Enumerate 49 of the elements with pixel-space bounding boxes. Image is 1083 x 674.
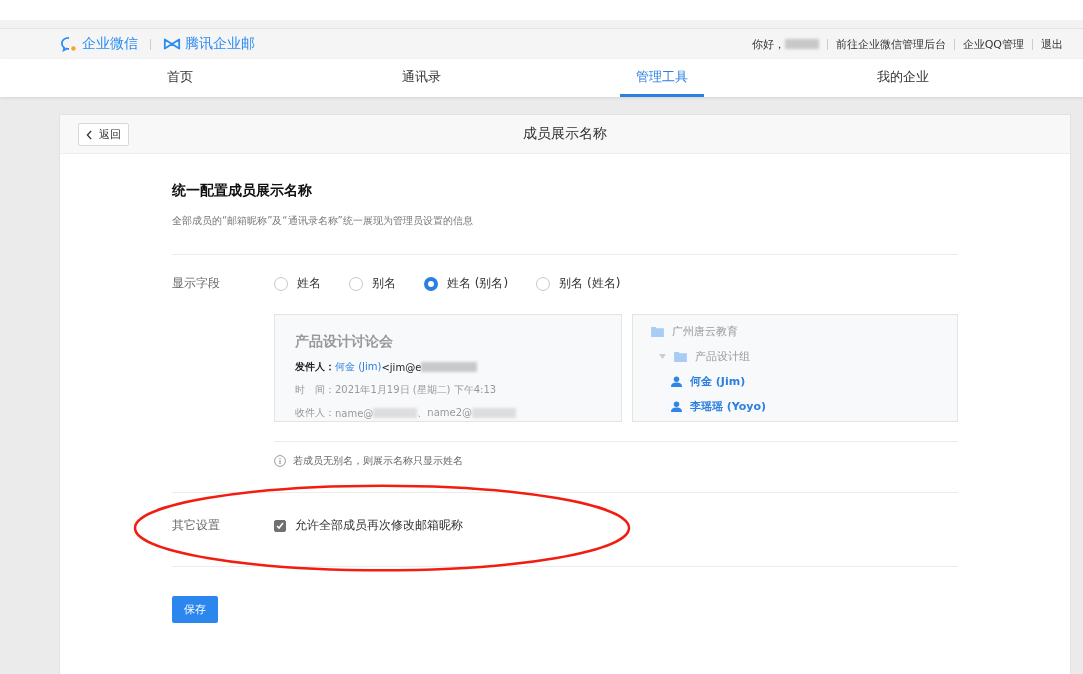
radio-label: 别名 <box>372 275 396 292</box>
person-icon <box>671 401 682 412</box>
sender-email: <jim@e <box>381 361 422 373</box>
nav-tab[interactable]: 我的企业 <box>860 59 945 97</box>
sender-label: 发件人： <box>295 360 335 374</box>
recipients-label: 收件人： <box>295 406 335 420</box>
recipient-email: 、name2@ <box>417 406 473 420</box>
chat-bubble-icon <box>60 36 78 52</box>
redacted-email <box>421 362 478 372</box>
page-title: 成员展示名称 <box>523 125 607 143</box>
redacted-email <box>373 408 418 418</box>
person-icon <box>671 376 682 387</box>
mail-subject: 产品设计讨论会 <box>295 333 394 351</box>
sender-name: 何金 (Jim) <box>335 360 382 372</box>
tree-item: 李瑶瑶 (Yoyo) <box>690 399 767 414</box>
chevron-left-icon <box>86 129 93 140</box>
nav-tab[interactable]: 管理工具 <box>619 59 704 97</box>
redacted-name <box>784 39 819 49</box>
radio-label: 别名 (姓名) <box>559 275 621 292</box>
radio-button[interactable] <box>424 276 438 291</box>
folder-icon <box>674 351 687 362</box>
radio-label: 姓名 (别名) <box>447 275 509 292</box>
header-link[interactable]: 前往企业微信管理后台 <box>835 36 946 52</box>
triangle-icon[interactable] <box>659 354 666 359</box>
checkbox-label: 允许全部成员再次修改邮箱昵称 <box>295 517 463 534</box>
redacted-email <box>472 408 517 418</box>
field-label: 其它设置 <box>172 517 221 534</box>
tree-item: 广州唐云教育 <box>672 324 738 339</box>
folder-icon <box>651 326 664 337</box>
greeting: 你好， <box>751 36 785 52</box>
nav-tab[interactable]: 通讯录 <box>385 59 457 97</box>
tree-item: 何金 (Jim) <box>690 374 746 389</box>
save-button[interactable]: 保存 <box>172 596 218 623</box>
bowtie-icon <box>163 36 181 52</box>
logo-text: 腾讯企业邮 <box>185 35 255 53</box>
tree-item: 产品设计组 <box>695 349 750 364</box>
section-heading: 统一配置成员展示名称 <box>172 182 313 200</box>
checkbox[interactable] <box>274 519 286 532</box>
radio-label: 姓名 <box>297 275 321 292</box>
info-icon <box>274 455 286 467</box>
recipient-email: name@ <box>335 407 374 419</box>
note-text: 若成员无别名，则展示名称只显示姓名 <box>293 454 463 468</box>
field-label: 显示字段 <box>172 275 221 292</box>
back-button[interactable]: 返回 <box>78 123 129 146</box>
header-link[interactable]: 企业QQ管理 <box>962 36 1024 52</box>
logo-text: 企业微信 <box>82 35 138 53</box>
nav-tab[interactable]: 首页 <box>151 59 210 97</box>
header-link[interactable]: 退出 <box>1041 36 1063 52</box>
section-description: 全部成员的“邮箱昵称”及“通讯录名称”统一展现为管理员设置的信息 <box>172 214 474 228</box>
